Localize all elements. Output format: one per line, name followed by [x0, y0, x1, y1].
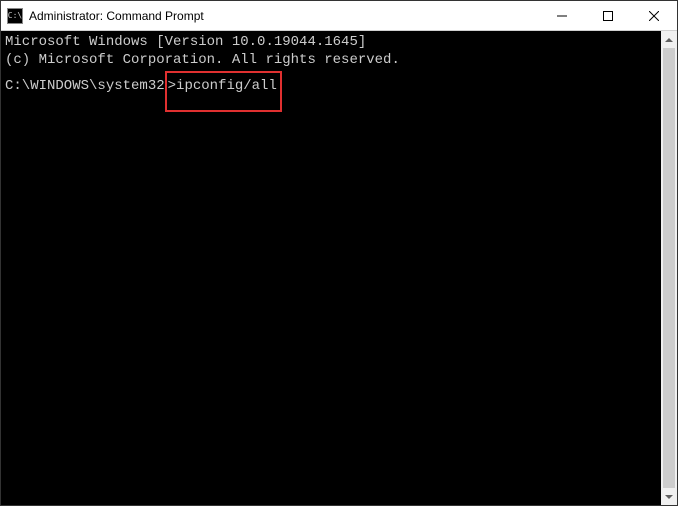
command-text: ipconfig/all: [176, 78, 277, 94]
command-prompt-window: C:\ Administrator: Command Prompt Micros…: [0, 0, 678, 506]
chevron-down-icon: [665, 495, 673, 499]
app-icon: C:\: [7, 8, 23, 24]
maximize-button[interactable]: [585, 1, 631, 30]
scroll-track[interactable]: [661, 48, 677, 488]
scroll-down-arrow[interactable]: [661, 488, 677, 505]
terminal-wrapper: Microsoft Windows [Version 10.0.19044.16…: [1, 31, 677, 505]
scroll-thumb[interactable]: [663, 48, 675, 488]
minimize-icon: [557, 11, 567, 21]
prompt-line: C:\WINDOWS\system32>ipconfig/all: [5, 78, 282, 94]
window-controls: [539, 1, 677, 30]
copyright-line: (c) Microsoft Corporation. All rights re…: [5, 51, 657, 69]
close-button[interactable]: [631, 1, 677, 30]
maximize-icon: [603, 11, 613, 21]
prompt-path: C:\WINDOWS\system32: [5, 78, 165, 94]
terminal-output[interactable]: Microsoft Windows [Version 10.0.19044.16…: [1, 31, 661, 505]
window-title: Administrator: Command Prompt: [29, 9, 539, 23]
chevron-up-icon: [665, 38, 673, 42]
command-highlight: >ipconfig/all: [165, 71, 282, 111]
scroll-up-arrow[interactable]: [661, 31, 677, 48]
prompt-separator: >: [168, 78, 176, 94]
version-line: Microsoft Windows [Version 10.0.19044.16…: [5, 33, 657, 51]
titlebar[interactable]: C:\ Administrator: Command Prompt: [1, 1, 677, 31]
minimize-button[interactable]: [539, 1, 585, 30]
close-icon: [649, 11, 659, 21]
vertical-scrollbar[interactable]: [661, 31, 677, 505]
app-icon-glyph: C:\: [8, 12, 22, 20]
